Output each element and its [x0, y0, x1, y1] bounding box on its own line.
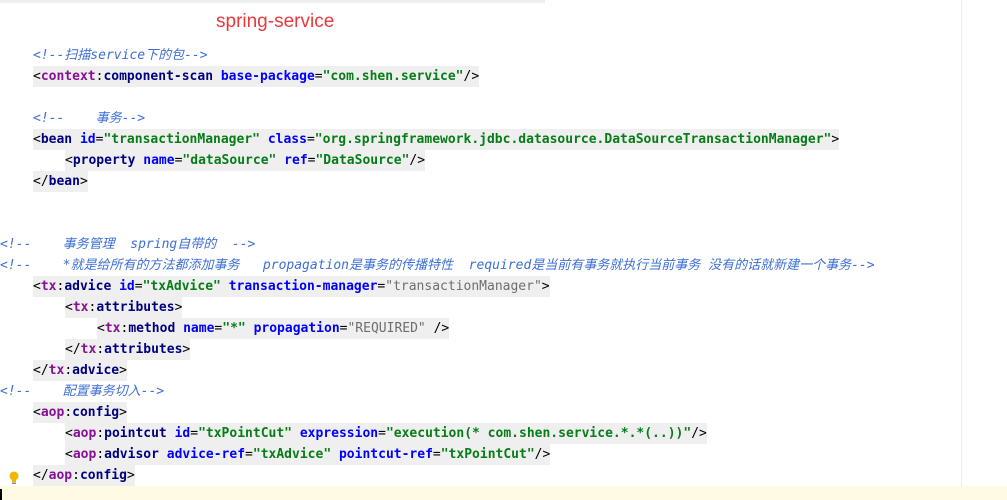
xml-namespace: aop — [48, 468, 73, 483]
comment-scan-package: <!--扫描service下的包--> — [33, 48, 208, 63]
xml-value: "DataSource" — [315, 153, 410, 168]
xml-namespace: tx — [40, 279, 57, 294]
code-line-bean[interactable]: <bean id="transactionManager" class="org… — [33, 129, 840, 150]
xml-value: "*" — [222, 321, 246, 336]
xml-value: "txPointCut" — [440, 447, 535, 462]
xml-attribute: name — [183, 321, 215, 336]
current-line-highlight — [0, 486, 1007, 500]
xml-namespace: context — [40, 69, 96, 84]
xml-attribute: id — [174, 426, 191, 441]
xml-tag: attributes — [104, 342, 183, 357]
xml-attribute: expression — [299, 426, 379, 441]
editor-top-strip — [0, 0, 545, 3]
xml-namespace: aop — [72, 447, 97, 462]
xml-value: "execution(* com.shen.service.*.*(..))" — [385, 426, 692, 441]
xml-value: "com.shen.service" — [322, 69, 464, 84]
xml-tag: advice — [72, 363, 120, 378]
code-line-property[interactable]: <property name="dataSource" ref="DataSou… — [65, 150, 426, 171]
xml-attribute: id — [79, 132, 96, 147]
xml-tag: pointcut — [104, 426, 167, 441]
xml-attribute: class — [267, 132, 307, 147]
xml-namespace: tx — [104, 321, 121, 336]
xml-attribute: advice-ref — [166, 447, 246, 462]
xml-namespace: aop — [72, 426, 97, 441]
xml-namespace: tx — [48, 363, 65, 378]
comment-transaction-management: <!-- 事务管理 spring自带的 --> — [0, 237, 256, 252]
code-line-tx-method[interactable]: <tx:method name="*" propagation="REQUIRE… — [97, 318, 450, 339]
xml-value: "transactionManager" — [103, 132, 260, 147]
code-line-tx-attributes-close[interactable]: </tx:attributes> — [65, 339, 191, 360]
xml-attribute: id — [119, 279, 135, 294]
xml-tag: bean — [48, 174, 80, 189]
code-line-component-scan[interactable]: <context:component-scan base-package="co… — [33, 66, 480, 87]
xml-tag: method — [128, 321, 176, 336]
code-line-tx-attributes[interactable]: <tx:attributes> — [65, 297, 183, 318]
xml-attribute: name — [143, 153, 175, 168]
xml-namespace: aop — [40, 405, 65, 420]
code-line-bean-close[interactable]: </bean> — [33, 171, 88, 192]
xml-attribute: pointcut-ref — [338, 447, 433, 462]
xml-namespace: tx — [72, 300, 89, 315]
code-line-aop-config-close[interactable]: </aop:config> — [33, 465, 135, 486]
xml-tag: advice — [64, 279, 112, 294]
comment-transaction: <!-- 事务--> — [33, 111, 146, 126]
xml-tag: component-scan — [103, 69, 214, 84]
page-title: spring-service — [216, 11, 335, 32]
xml-value: "txAdvice" — [252, 447, 332, 462]
code-line-tx-advice-close[interactable]: </tx:advice> — [33, 360, 127, 381]
code-line-aop-advisor[interactable]: <aop:advisor advice-ref="txAdvice" point… — [65, 444, 551, 465]
xml-value: "REQUIRED" — [347, 321, 426, 336]
code-line-tx-advice[interactable]: <tx:advice id="txAdvice" transaction-man… — [33, 276, 550, 297]
xml-tag: advisor — [104, 447, 159, 462]
xml-tag: config — [79, 468, 127, 483]
xml-attribute: ref — [284, 153, 308, 168]
xml-value: "txPointCut" — [198, 426, 292, 441]
text-caret — [0, 489, 2, 500]
xml-value: "txAdvice" — [142, 279, 221, 294]
code-line-aop-config[interactable]: <aop:config> — [33, 402, 127, 423]
xml-tag: property — [72, 153, 136, 168]
xml-attribute: base-package — [220, 69, 315, 84]
lightbulb-icon[interactable] — [9, 471, 19, 485]
comment-aop-config: <!-- 配置事务切入--> — [0, 384, 165, 399]
comment-propagation-description: <!-- *就是给所有的方法都添加事务 propagation是事务的传播特性 … — [0, 258, 875, 273]
xml-tag: config — [72, 405, 120, 420]
xml-value: "transactionManager" — [385, 279, 542, 294]
code-line-aop-pointcut[interactable]: <aop:pointcut id="txPointCut" expression… — [65, 423, 707, 444]
xml-value: "org.springframework.jdbc.datasource.Dat… — [314, 132, 832, 147]
right-margin-guide — [961, 0, 962, 500]
xml-value: "dataSource" — [182, 153, 277, 168]
xml-tag: attributes — [96, 300, 175, 315]
xml-tag: bean — [40, 132, 73, 147]
xml-attribute: propagation — [253, 321, 340, 336]
xml-attribute: transaction-manager — [228, 279, 378, 294]
xml-namespace: tx — [80, 342, 97, 357]
